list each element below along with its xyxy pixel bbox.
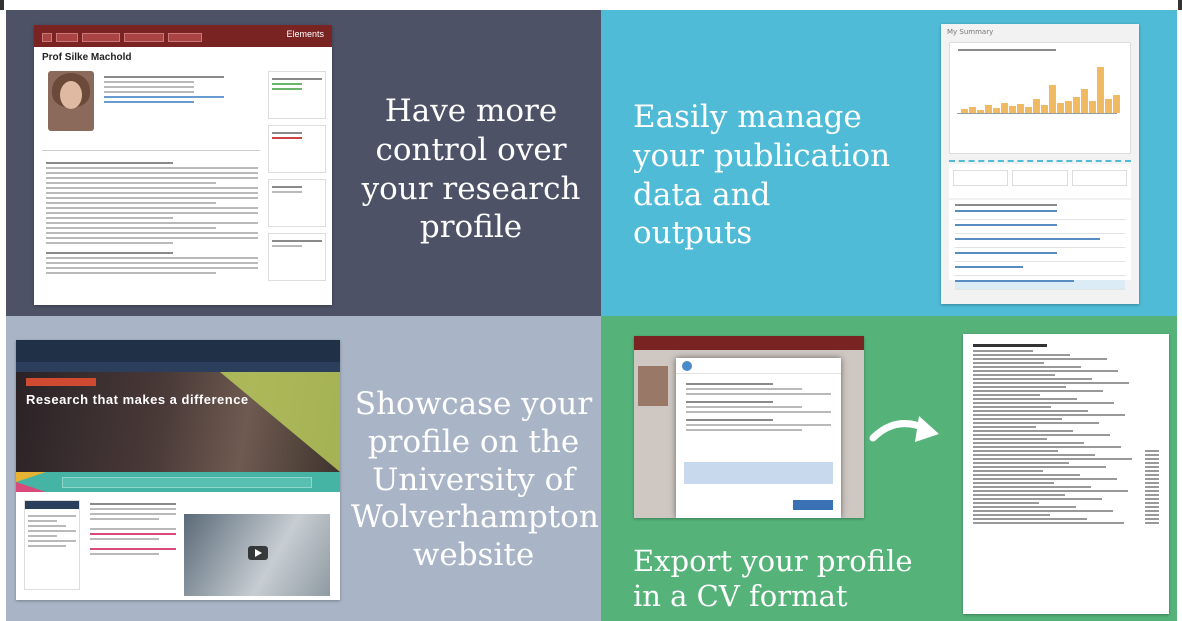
panel-export-cv: Export your profile in a CV format bbox=[601, 316, 1177, 621]
chart-bar bbox=[1105, 99, 1112, 113]
site-search-bar bbox=[16, 472, 340, 492]
elements-top-bar: Elements bbox=[34, 25, 332, 47]
border-tick-right bbox=[1178, 0, 1182, 10]
site-hero: Research that makes a difference bbox=[16, 372, 340, 472]
dialog-button bbox=[793, 500, 833, 510]
profile-body-text bbox=[46, 159, 258, 277]
caption-manage: Easily manage your publication data and … bbox=[633, 99, 891, 252]
elements-logo: Elements bbox=[286, 29, 324, 39]
summary-stats bbox=[949, 164, 1131, 198]
actions-list bbox=[949, 200, 1131, 290]
chart-bar bbox=[1017, 104, 1024, 113]
summary-screenshot: My Summary bbox=[941, 24, 1139, 304]
profile-page-screenshot: Elements Prof Silke Machold bbox=[34, 25, 332, 305]
cv-document bbox=[963, 334, 1169, 614]
site-header bbox=[16, 340, 340, 362]
play-icon bbox=[248, 546, 268, 560]
hero-heading: Research that makes a difference bbox=[26, 392, 249, 407]
profile-sidebar bbox=[268, 71, 326, 287]
caption-showcase: Showcase your profile on the University … bbox=[351, 386, 599, 574]
university-website-screenshot: Research that makes a difference bbox=[16, 340, 340, 600]
chart-bar bbox=[969, 107, 976, 113]
chart-bar bbox=[993, 108, 1000, 113]
chart-bar bbox=[1097, 67, 1104, 113]
chart-bar bbox=[1049, 85, 1056, 113]
site-nav bbox=[16, 362, 340, 372]
chart-bar bbox=[1073, 97, 1080, 113]
chart-bar bbox=[961, 109, 968, 113]
site-video bbox=[184, 514, 330, 596]
chart-bar bbox=[1001, 103, 1008, 113]
export-dialog-screenshot bbox=[634, 336, 864, 518]
curved-arrow-icon bbox=[869, 416, 939, 442]
chart-bar bbox=[1113, 95, 1120, 113]
border-tick-left bbox=[0, 0, 4, 10]
publications-bar-chart bbox=[957, 62, 1120, 114]
chart-bar bbox=[1089, 101, 1096, 113]
chart-bar bbox=[1009, 106, 1016, 113]
chart-bar bbox=[1033, 99, 1040, 113]
dialog-logo-icon bbox=[682, 361, 692, 371]
site-content bbox=[16, 492, 340, 600]
export-dialog bbox=[676, 358, 841, 518]
chart-bar bbox=[977, 110, 984, 113]
profile-photo bbox=[48, 71, 94, 131]
caption-control: Have more control over your research pro… bbox=[361, 93, 581, 246]
chart-bar bbox=[985, 105, 992, 113]
dashed-divider bbox=[949, 160, 1131, 162]
panel-manage-publications: Easily manage your publication data and … bbox=[601, 10, 1177, 316]
profile-name: Prof Silke Machold bbox=[42, 52, 132, 63]
profile-tabs bbox=[42, 143, 260, 151]
caption-export: Export your profile in a CV format bbox=[633, 544, 913, 613]
top-border bbox=[0, 0, 1182, 10]
chart-bar bbox=[1081, 89, 1088, 113]
chart-bar bbox=[1041, 105, 1048, 113]
site-text bbox=[90, 500, 176, 558]
profile-info bbox=[104, 73, 254, 106]
site-side-menu bbox=[24, 500, 80, 590]
panel-showcase: Research that makes a difference Showcas… bbox=[6, 316, 601, 621]
chart-bar bbox=[1025, 107, 1032, 113]
chart-bar bbox=[1057, 103, 1064, 113]
chart-bar bbox=[1065, 101, 1072, 113]
panel-research-profile: Elements Prof Silke Machold Have more co… bbox=[6, 10, 601, 316]
summary-header: My Summary bbox=[947, 28, 994, 36]
